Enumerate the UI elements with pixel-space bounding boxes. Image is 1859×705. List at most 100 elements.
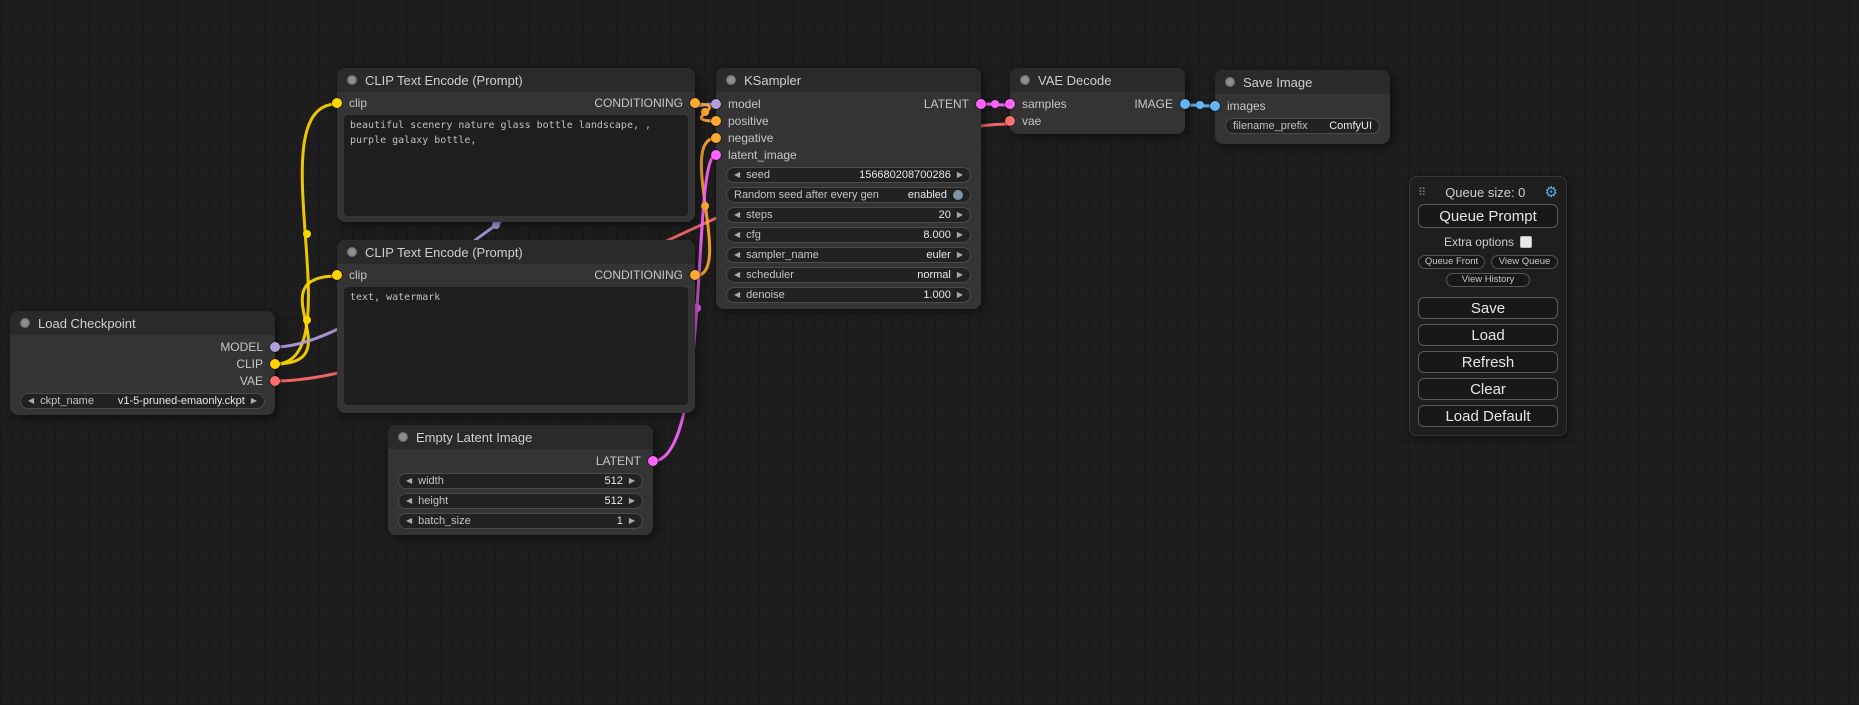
node-title: CLIP Text Encode (Prompt) — [365, 73, 523, 88]
node-load-checkpoint[interactable]: Load Checkpoint MODEL CLIP VAE ◀ ckpt_na… — [10, 311, 275, 415]
prompt-textarea[interactable]: text, watermark — [344, 287, 688, 405]
sampler-name-widget[interactable]: ◀ sampler_name euler ▶ — [726, 247, 971, 263]
cfg-widget[interactable]: ◀ cfg 8.000 ▶ — [726, 227, 971, 243]
steps-widget[interactable]: ◀ steps 20 ▶ — [726, 207, 971, 223]
link-midpoint-dot — [492, 221, 500, 229]
node-save-image[interactable]: Save Image images filename_prefix ComfyU… — [1215, 70, 1390, 144]
negative-input-label: negative — [728, 131, 773, 145]
model-input-slot[interactable] — [711, 99, 721, 109]
clip-output-slot[interactable] — [270, 359, 280, 369]
left-arrow-icon[interactable]: ◀ — [734, 171, 740, 179]
collapse-toggle-icon[interactable] — [1020, 75, 1030, 85]
node-titlebar[interactable]: CLIP Text Encode (Prompt) — [337, 68, 695, 92]
node-titlebar[interactable]: Save Image — [1215, 70, 1390, 94]
model-output-slot[interactable] — [270, 342, 280, 352]
collapse-toggle-icon[interactable] — [1225, 77, 1235, 87]
conditioning-output-slot[interactable] — [690, 270, 700, 280]
batch-size-widget[interactable]: ◀ batch_size 1 ▶ — [398, 513, 643, 529]
random-seed-toggle-widget[interactable]: Random seed after every gen enabled — [726, 187, 971, 203]
collapse-toggle-icon[interactable] — [726, 75, 736, 85]
left-arrow-icon[interactable]: ◀ — [406, 517, 412, 525]
collapse-toggle-icon[interactable] — [398, 432, 408, 442]
node-clip-text-encode-positive[interactable]: CLIP Text Encode (Prompt) clip CONDITION… — [337, 68, 695, 222]
load-default-button[interactable]: Load Default — [1418, 405, 1558, 427]
collapse-toggle-icon[interactable] — [347, 75, 357, 85]
widget-value: normal — [917, 269, 951, 281]
right-arrow-icon[interactable]: ▶ — [957, 171, 963, 179]
toggle-knob-icon[interactable] — [953, 190, 963, 200]
scheduler-widget[interactable]: ◀ scheduler normal ▶ — [726, 267, 971, 283]
latent-output-slot[interactable] — [648, 456, 658, 466]
node-titlebar[interactable]: Load Checkpoint — [10, 311, 275, 335]
seed-widget[interactable]: ◀ seed 156680208700286 ▶ — [726, 167, 971, 183]
collapse-toggle-icon[interactable] — [347, 247, 357, 257]
view-queue-button[interactable]: View Queue — [1491, 255, 1558, 269]
left-arrow-icon[interactable]: ◀ — [734, 211, 740, 219]
clip-input-slot[interactable] — [332, 98, 342, 108]
model-input-label: model — [728, 97, 761, 111]
right-arrow-icon[interactable]: ▶ — [251, 397, 257, 405]
left-arrow-icon[interactable]: ◀ — [734, 251, 740, 259]
node-titlebar[interactable]: Empty Latent Image — [388, 425, 653, 449]
left-arrow-icon[interactable]: ◀ — [406, 497, 412, 505]
collapse-toggle-icon[interactable] — [20, 318, 30, 328]
image-output-slot[interactable] — [1180, 99, 1190, 109]
right-arrow-icon[interactable]: ▶ — [629, 477, 635, 485]
right-arrow-icon[interactable]: ▶ — [629, 517, 635, 525]
vae-input-slot[interactable] — [1005, 116, 1015, 126]
denoise-widget[interactable]: ◀ denoise 1.000 ▶ — [726, 287, 971, 303]
save-button[interactable]: Save — [1418, 297, 1558, 319]
queue-prompt-button[interactable]: Queue Prompt — [1418, 204, 1558, 228]
left-arrow-icon[interactable]: ◀ — [406, 477, 412, 485]
node-title: KSampler — [744, 73, 801, 88]
queue-panel-header: ⠿ Queue size: 0 ⚙ — [1418, 183, 1558, 201]
left-arrow-icon[interactable]: ◀ — [734, 271, 740, 279]
positive-input-slot[interactable] — [711, 116, 721, 126]
node-clip-text-encode-negative[interactable]: CLIP Text Encode (Prompt) clip CONDITION… — [337, 240, 695, 413]
left-arrow-icon[interactable]: ◀ — [734, 291, 740, 299]
vae-output-slot[interactable] — [270, 376, 280, 386]
queue-front-button[interactable]: Queue Front — [1418, 255, 1485, 269]
settings-gear-icon[interactable]: ⚙ — [1545, 185, 1558, 200]
drag-handle-icon[interactable]: ⠿ — [1418, 186, 1426, 199]
widget-value: 1.000 — [923, 289, 951, 301]
clip-input-slot[interactable] — [332, 270, 342, 280]
prompt-textarea[interactable]: beautiful scenery nature glass bottle la… — [344, 115, 688, 216]
workflow-actions: Save Load Refresh Clear Load Default — [1418, 297, 1558, 427]
left-arrow-icon[interactable]: ◀ — [734, 231, 740, 239]
conditioning-output-slot[interactable] — [690, 98, 700, 108]
latent-image-input-slot[interactable] — [711, 150, 721, 160]
negative-input-slot[interactable] — [711, 133, 721, 143]
clear-button[interactable]: Clear — [1418, 378, 1558, 400]
extra-options-checkbox[interactable] — [1520, 236, 1532, 248]
right-arrow-icon[interactable]: ▶ — [957, 271, 963, 279]
right-arrow-icon[interactable]: ▶ — [957, 291, 963, 299]
right-arrow-icon[interactable]: ▶ — [957, 251, 963, 259]
view-history-row: View History — [1418, 273, 1558, 287]
slot-row: clip CONDITIONING — [337, 94, 695, 111]
slot-row: CLIP — [10, 355, 275, 372]
right-arrow-icon[interactable]: ▶ — [629, 497, 635, 505]
view-history-button[interactable]: View History — [1446, 273, 1530, 287]
filename-prefix-widget[interactable]: filename_prefix ComfyUI — [1225, 118, 1380, 134]
ckpt-name-widget[interactable]: ◀ ckpt_name v1-5-pruned-emaonly.ckpt ▶ — [20, 393, 265, 409]
widget-value: enabled — [908, 189, 947, 201]
node-titlebar[interactable]: CLIP Text Encode (Prompt) — [337, 240, 695, 264]
refresh-button[interactable]: Refresh — [1418, 351, 1558, 373]
width-widget[interactable]: ◀ width 512 ▶ — [398, 473, 643, 489]
widget-label: cfg — [746, 229, 761, 241]
left-arrow-icon[interactable]: ◀ — [28, 397, 34, 405]
height-widget[interactable]: ◀ height 512 ▶ — [398, 493, 643, 509]
latent-output-slot[interactable] — [976, 99, 986, 109]
load-button[interactable]: Load — [1418, 324, 1558, 346]
node-vae-decode[interactable]: VAE Decode samples IMAGE vae — [1010, 68, 1185, 134]
node-graph-canvas[interactable]: Load Checkpoint MODEL CLIP VAE ◀ ckpt_na… — [0, 0, 1859, 705]
right-arrow-icon[interactable]: ▶ — [957, 211, 963, 219]
node-titlebar[interactable]: KSampler — [716, 68, 981, 92]
images-input-slot[interactable] — [1210, 101, 1220, 111]
right-arrow-icon[interactable]: ▶ — [957, 231, 963, 239]
node-empty-latent-image[interactable]: Empty Latent Image LATENT ◀ width 512 ▶ … — [388, 425, 653, 535]
node-ksampler[interactable]: KSampler model LATENT positive negative … — [716, 68, 981, 309]
samples-input-slot[interactable] — [1005, 99, 1015, 109]
node-titlebar[interactable]: VAE Decode — [1010, 68, 1185, 92]
